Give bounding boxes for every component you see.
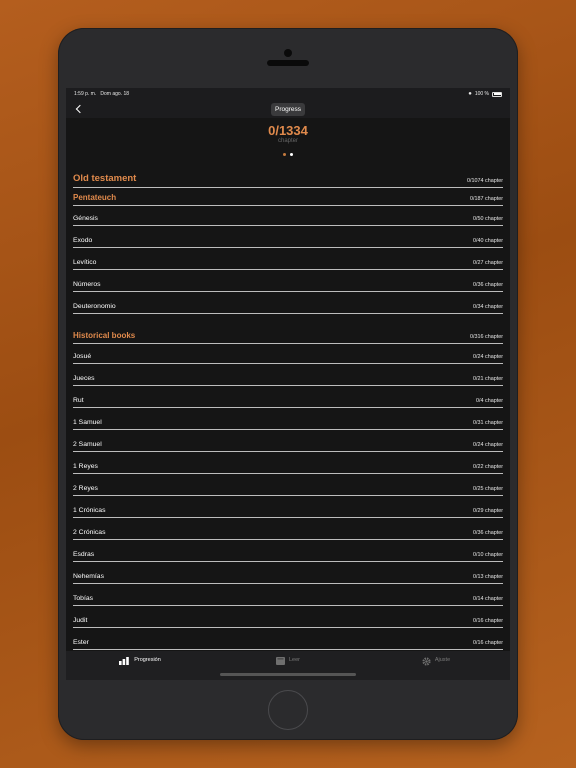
status-left: 1:59 p. m. Dom ago. 18 <box>74 91 468 97</box>
category-chapter-count: 0/316 chapter <box>470 334 503 340</box>
book-row[interactable]: 2 Crónicas 0/36 chapter <box>73 529 503 540</box>
book-name: Josué <box>73 353 92 360</box>
home-button[interactable] <box>268 690 308 730</box>
testament-name: Old testament <box>73 173 137 184</box>
book-chapter-count: 0/31 chapter <box>473 420 503 426</box>
book-name: Judit <box>73 617 88 624</box>
book-chapter-count: 0/21 chapter <box>473 376 503 382</box>
book-name: Nehemías <box>73 573 104 580</box>
progress-list[interactable]: 0/1334 chapter Old testament 0/1074 chapt… <box>66 118 510 651</box>
camera <box>284 49 292 57</box>
book-row[interactable]: Tobías 0/14 chapter <box>73 595 503 606</box>
book-name: Exodo <box>73 237 93 244</box>
tab-label: Ajuste <box>434 657 451 663</box>
chart-icon <box>119 657 130 665</box>
tab-bar: Progresión Leer Ajuste <box>66 651 510 680</box>
category-row[interactable]: Pentateuch 0/187 chapter <box>73 193 503 206</box>
book-name: 1 Samuel <box>73 419 102 426</box>
book-row[interactable]: Números 0/36 chapter <box>73 281 503 292</box>
home-indicator <box>220 673 356 676</box>
book-row[interactable]: Josué 0/24 chapter <box>73 353 503 364</box>
wifi-icon: ● <box>468 91 472 97</box>
book-chapter-count: 0/27 chapter <box>473 260 503 266</box>
book-row[interactable]: Génesis 0/50 chapter <box>73 215 503 226</box>
book-name: 1 Crónicas <box>73 507 106 514</box>
book-chapter-count: 0/34 chapter <box>473 304 503 310</box>
back-button[interactable] <box>72 102 84 116</box>
book-row[interactable]: 2 Reyes 0/25 chapter <box>73 485 503 496</box>
book-row[interactable]: Ester 0/16 chapter <box>73 639 503 650</box>
book-name: Levítico <box>73 259 97 266</box>
book-name: Números <box>73 281 101 288</box>
category-name: Pentateuch <box>73 193 117 202</box>
gear-icon <box>422 657 431 666</box>
status-right: ● 100 % <box>468 91 502 97</box>
screen: 1:59 p. m. Dom ago. 18 ● 100 % Progress … <box>66 88 510 680</box>
book-row[interactable]: Levítico 0/27 chapter <box>73 259 503 270</box>
book-row[interactable]: Exodo 0/40 chapter <box>73 237 503 248</box>
book-name: Jueces <box>73 375 95 382</box>
book-chapter-count: 0/14 chapter <box>473 596 503 602</box>
book-row[interactable]: 2 Samuel 0/24 chapter <box>73 441 503 452</box>
book-name: Deuteronomio <box>73 303 116 310</box>
book-name: Rut <box>73 397 84 404</box>
book-chapter-count: 0/16 chapter <box>473 640 503 646</box>
status-date: Dom ago. 18 <box>100 91 130 97</box>
book-row[interactable]: Rut 0/4 chapter <box>73 397 503 408</box>
page-dot[interactable] <box>283 153 286 156</box>
speaker <box>267 60 309 66</box>
book-chapter-count: 0/24 chapter <box>473 354 503 360</box>
book-chapter-count: 0/36 chapter <box>473 530 503 536</box>
book-row[interactable]: Jueces 0/21 chapter <box>73 375 503 386</box>
book-row[interactable]: 1 Reyes 0/22 chapter <box>73 463 503 474</box>
book-row[interactable]: Deuteronomio 0/34 chapter <box>73 303 503 314</box>
category-chapter-count: 0/187 chapter <box>470 196 503 202</box>
book-chapter-count: 0/24 chapter <box>473 442 503 448</box>
chevron-left-icon <box>75 104 84 114</box>
book-chapter-count: 0/36 chapter <box>473 282 503 288</box>
tab-label: Progresión <box>134 657 161 663</box>
total-progress-label: chapter <box>277 138 298 144</box>
book-chapter-count: 0/50 chapter <box>473 216 503 222</box>
book-row[interactable]: Esdras 0/10 chapter <box>73 551 503 562</box>
book-row[interactable]: Judit 0/16 chapter <box>73 617 503 628</box>
book-name: 2 Samuel <box>73 441 102 448</box>
book-name: 2 Reyes <box>73 485 98 492</box>
page-title: Progress <box>270 102 305 116</box>
book-name: Génesis <box>73 215 98 222</box>
battery-percent: 100 % <box>474 91 489 97</box>
book-row[interactable]: 1 Samuel 0/31 chapter <box>73 419 503 430</box>
status-bar: 1:59 p. m. Dom ago. 18 ● 100 % <box>66 88 510 100</box>
book-row[interactable]: Nehemías 0/13 chapter <box>73 573 503 584</box>
book-name: 2 Crónicas <box>73 529 106 536</box>
tab-progresi-n[interactable]: Progresión <box>66 651 214 680</box>
book-chapter-count: 0/22 chapter <box>473 464 503 470</box>
tab-leer[interactable]: Leer <box>214 651 362 680</box>
testament-chapter-count: 0/1074 chapter <box>467 178 503 184</box>
book-icon <box>275 657 285 665</box>
tab-label: Leer <box>288 657 300 663</box>
testament-row[interactable]: Old testament 0/1074 chapter <box>73 173 503 188</box>
category-name: Historical books <box>73 331 136 340</box>
book-row[interactable]: 1 Crónicas 0/29 chapter <box>73 507 503 518</box>
book-chapter-count: 0/25 chapter <box>473 486 503 492</box>
page-dot-current[interactable] <box>290 153 293 156</box>
book-chapter-count: 0/4 chapter <box>476 398 503 404</box>
battery-icon <box>492 91 502 97</box>
category-row[interactable]: Historical books 0/316 chapter <box>73 331 503 344</box>
page-indicator[interactable] <box>66 153 510 156</box>
book-chapter-count: 0/16 chapter <box>473 618 503 624</box>
book-chapter-count: 0/40 chapter <box>473 238 503 244</box>
tab-ajuste[interactable]: Ajuste <box>362 651 510 680</box>
book-chapter-count: 0/13 chapter <box>473 574 503 580</box>
book-name: Tobías <box>73 595 94 602</box>
book-name: 1 Reyes <box>73 463 98 470</box>
book-name: Esdras <box>73 551 95 558</box>
total-progress: 0/1334 <box>268 123 308 138</box>
book-chapter-count: 0/10 chapter <box>473 552 503 558</box>
book-name: Ester <box>73 639 89 646</box>
status-time: 1:59 p. m. <box>74 91 97 97</box>
book-chapter-count: 0/29 chapter <box>473 508 503 514</box>
nav-bar: Progress <box>66 100 510 118</box>
